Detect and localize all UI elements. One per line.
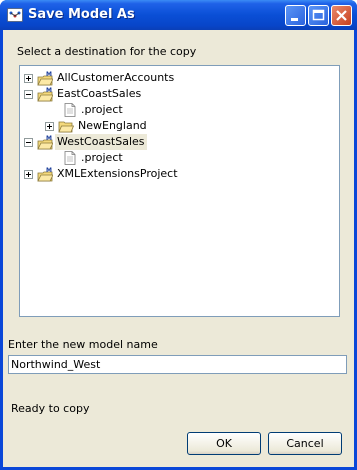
- tree-item-label: .project: [81, 151, 123, 164]
- tree-item-label: XMLExtensionsProject: [57, 167, 178, 180]
- svg-text:M: M: [46, 71, 52, 78]
- status-text: Ready to copy: [11, 402, 90, 415]
- dialog-body: Select a destination for the copy M AllC…: [3, 30, 354, 467]
- tree-item-project-file[interactable]: .project: [20, 102, 320, 118]
- window-title: Save Model As: [28, 7, 135, 22]
- close-icon: [336, 10, 347, 21]
- model-project-icon: M: [37, 70, 54, 86]
- destination-tree[interactable]: M AllCustomerAccounts M EastCoastSales .…: [19, 65, 340, 317]
- expand-icon[interactable]: [24, 74, 33, 83]
- minimize-button[interactable]: [285, 5, 306, 26]
- folder-icon: [58, 118, 75, 134]
- expand-icon[interactable]: [45, 122, 54, 131]
- svg-text:M: M: [46, 167, 52, 174]
- model-name-field[interactable]: [8, 355, 347, 374]
- tree-item-label: .project: [81, 103, 123, 116]
- save-model-dialog: Save Model As Select a destination for t…: [0, 0, 357, 470]
- file-icon: [62, 102, 78, 118]
- model-name-input[interactable]: [11, 357, 341, 372]
- model-project-icon: M: [37, 86, 54, 102]
- svg-text:M: M: [46, 87, 52, 94]
- svg-text:M: M: [46, 135, 52, 142]
- minimize-icon: [291, 18, 298, 21]
- ok-button[interactable]: OK: [187, 432, 261, 455]
- maximize-icon: [312, 9, 325, 21]
- title-bar[interactable]: Save Model As: [0, 0, 357, 30]
- model-project-icon: M: [37, 134, 54, 150]
- cancel-button[interactable]: Cancel: [268, 432, 342, 455]
- model-project-icon: M: [37, 166, 54, 182]
- tree-item-allcustomeraccounts[interactable]: M AllCustomerAccounts: [20, 70, 320, 86]
- tree-item-newengland[interactable]: NewEngland: [20, 118, 320, 134]
- maximize-button[interactable]: [308, 5, 329, 26]
- collapse-icon[interactable]: [24, 138, 33, 147]
- close-button[interactable]: [331, 5, 352, 26]
- expand-icon[interactable]: [24, 170, 33, 179]
- tree-item-eastcoastsales[interactable]: M EastCoastSales: [20, 86, 320, 102]
- tree-item-westcoastsales[interactable]: M WestCoastSales: [20, 134, 320, 150]
- tree-item-project-file[interactable]: .project: [20, 150, 320, 166]
- destination-label: Select a destination for the copy: [17, 45, 197, 58]
- collapse-icon[interactable]: [24, 90, 33, 99]
- tree-item-label: NewEngland: [78, 119, 147, 132]
- tree-item-xmlextensionsproject[interactable]: M XMLExtensionsProject: [20, 166, 320, 182]
- tree-item-label: EastCoastSales: [57, 87, 142, 100]
- app-icon: [7, 8, 23, 22]
- file-icon: [62, 150, 78, 166]
- tree-item-label: WestCoastSales: [55, 134, 147, 150]
- model-name-label: Enter the new model name: [8, 338, 158, 351]
- tree-item-label: AllCustomerAccounts: [57, 71, 175, 84]
